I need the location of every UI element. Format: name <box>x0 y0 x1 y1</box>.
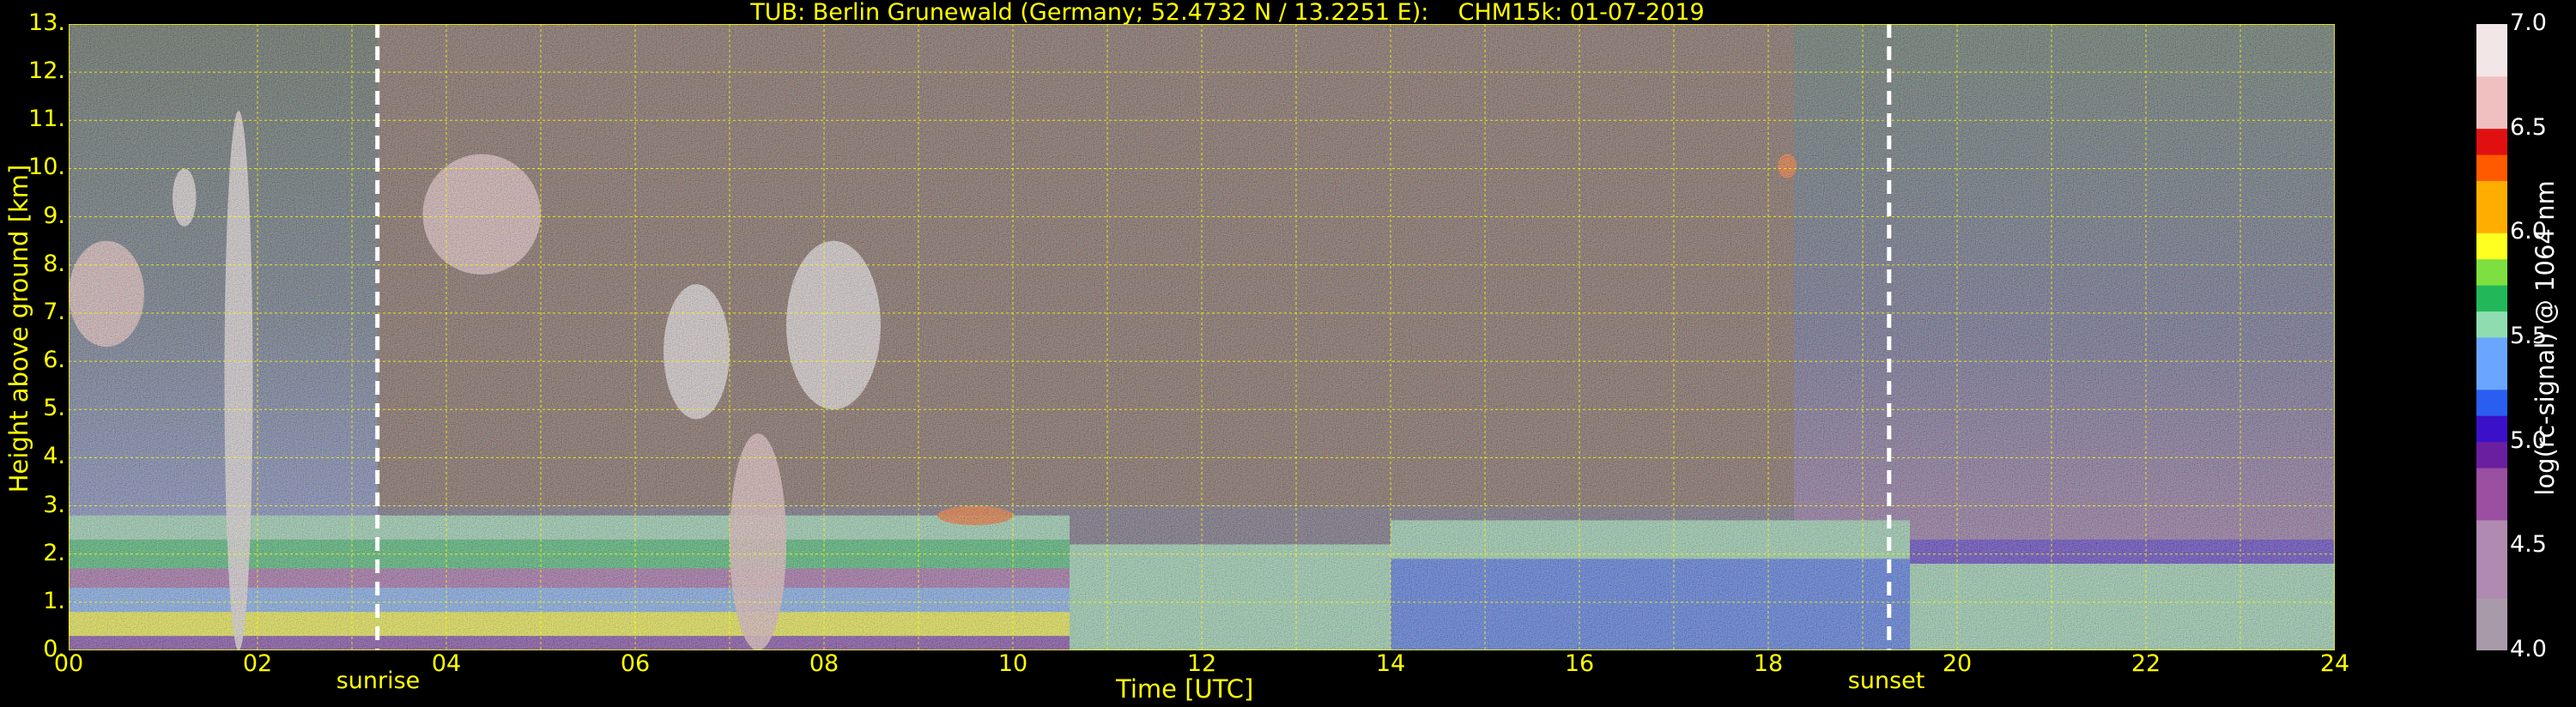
x-tick-label: 14 <box>1375 650 1406 677</box>
colorbar-segment <box>2476 285 2507 312</box>
x-tick-label: 08 <box>809 650 839 677</box>
colorbar-segment <box>2476 598 2507 625</box>
colorbar-segment <box>2476 154 2507 181</box>
x-tick-label: 20 <box>1942 650 1973 677</box>
y-tick-label: 1. <box>43 587 65 614</box>
y-tick-label: 11. <box>28 106 65 133</box>
y-tick-label: 6. <box>43 347 65 374</box>
plot-area <box>69 24 2335 650</box>
colorbar-segment <box>2476 24 2507 51</box>
y-tick-label: 2. <box>43 539 65 566</box>
colorbar-segment <box>2476 468 2507 494</box>
y-tick-label: 8. <box>43 250 65 277</box>
sunset-label: sunset <box>1847 668 1925 694</box>
colorbar-segment <box>2476 493 2507 521</box>
colorbar-segment <box>2476 519 2507 547</box>
sunrise-label: sunrise <box>336 668 421 694</box>
colorbar <box>2476 24 2507 650</box>
y-tick-label: 13. <box>28 9 65 36</box>
x-tick-label: 02 <box>242 650 273 677</box>
colorbar-segment <box>2476 337 2507 364</box>
colorbar-segment <box>2476 50 2507 77</box>
x-tick-label: 16 <box>1564 650 1595 677</box>
y-tick-label: 7. <box>43 298 65 325</box>
x-tick-label: 12 <box>1186 650 1217 677</box>
colorbar-segment <box>2476 546 2507 573</box>
y-tick-label: 10. <box>28 154 65 181</box>
y-tick-label: 9. <box>43 202 65 229</box>
colorbar-segment <box>2476 389 2507 416</box>
x-tick-label: 22 <box>2131 650 2161 677</box>
x-tick-label: 00 <box>53 650 84 677</box>
colorbar-segment <box>2476 363 2507 390</box>
colorbar-segment <box>2476 180 2507 208</box>
colorbar-tick-label: 7.0 <box>2510 9 2547 36</box>
colorbar-segment <box>2476 311 2507 338</box>
colorbar-segment <box>2476 624 2507 650</box>
colorbar-label: log(rc-signal) @ 1064 nm <box>2531 180 2560 496</box>
colorbar-segment <box>2476 102 2507 130</box>
colorbar-tick-label: 4.0 <box>2510 636 2547 662</box>
x-tick-label: 24 <box>2319 650 2350 677</box>
colorbar-segment <box>2476 258 2507 286</box>
x-tick-label: 06 <box>620 650 651 677</box>
y-tick-label: 5. <box>43 395 65 422</box>
chart-title: TUB: Berlin Grunewald (Germany; 52.4732 … <box>750 0 1705 26</box>
colorbar-segment <box>2476 128 2507 155</box>
colorbar-segment <box>2476 415 2507 443</box>
x-tick-label: 18 <box>1753 650 1784 677</box>
colorbar-label-wrap: log(rc-signal) @ 1064 nm <box>2531 180 2560 495</box>
colorbar-segment <box>2476 571 2507 599</box>
x-tick-label: 04 <box>431 650 462 677</box>
colorbar-segment <box>2476 206 2507 233</box>
colorbar-segment <box>2476 233 2507 260</box>
colorbar-segment <box>2476 76 2507 103</box>
y-tick-label: 3. <box>43 491 65 518</box>
x-axis-title: Time [UTC] <box>1116 674 1254 704</box>
y-tick-label: 4. <box>43 443 65 470</box>
colorbar-segment <box>2476 441 2507 468</box>
y-axis-title-wrap: Height above ground [km] <box>2 165 36 493</box>
y-tick-label: 12. <box>28 57 65 85</box>
x-tick-label: 10 <box>997 650 1028 677</box>
